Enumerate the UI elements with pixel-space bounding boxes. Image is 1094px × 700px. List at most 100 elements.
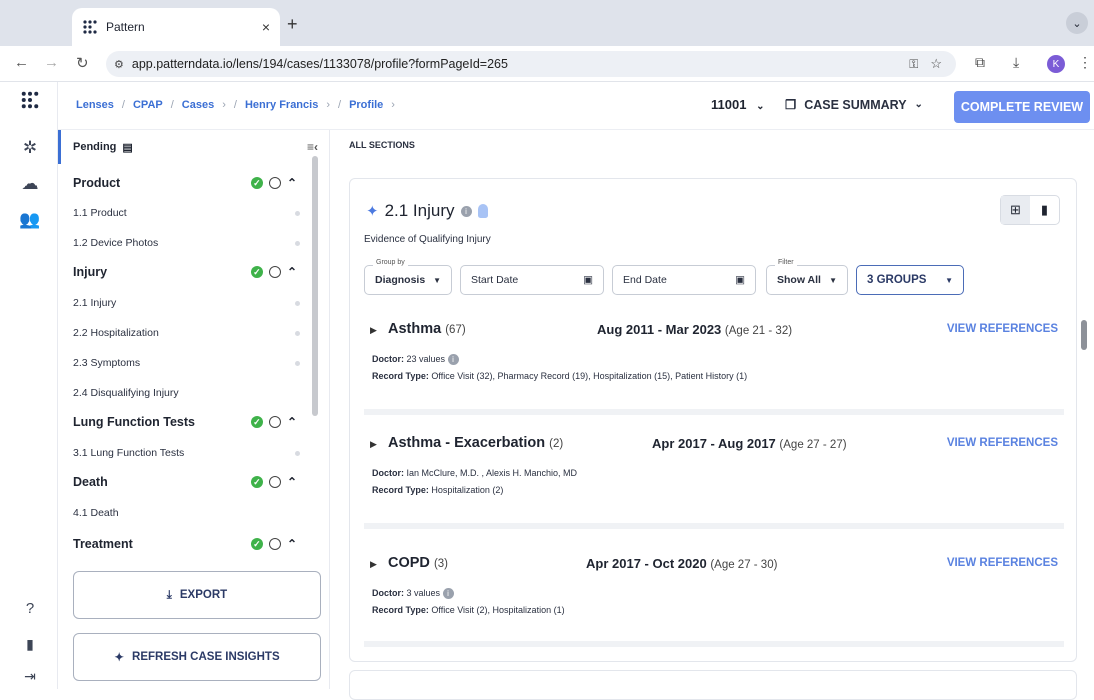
group-by-select[interactable]: Group by Diagnosis ▼ xyxy=(364,259,452,295)
section-death[interactable]: Death ✓ ⌃ xyxy=(73,467,305,497)
groups-button[interactable]: 3 GROUPS ▼ xyxy=(856,265,964,295)
check-icon: ✓ xyxy=(250,177,263,189)
filter-value: Show All xyxy=(777,274,821,286)
browser-menu-icon[interactable]: ⋮ xyxy=(1078,54,1092,71)
tab-menu-icon[interactable]: ⌄ xyxy=(1066,12,1088,34)
item-label: 3.1 Lung Function Tests xyxy=(73,447,185,459)
filter-select[interactable]: Filter Show All ▼ xyxy=(766,259,848,295)
bookmark-star-icon[interactable]: ☆ xyxy=(930,56,942,72)
sidebar-item-device-photos[interactable]: 1.2 Device Photos xyxy=(73,228,305,258)
calendar-icon[interactable]: ▣ xyxy=(583,274,593,286)
group-header[interactable]: COPD (3) xyxy=(388,555,448,571)
close-tab-icon[interactable]: × xyxy=(262,19,270,35)
sidebar-item-disqualifying-injury[interactable]: 2.4 Disqualifying Injury xyxy=(73,378,305,408)
sidebar-item-product[interactable]: 1.1 Product xyxy=(73,198,305,228)
case-summary-label: CASE SUMMARY xyxy=(804,97,907,112)
sidebar-item-hospitalization[interactable]: 2.2 Hospitalization xyxy=(73,318,305,348)
refresh-case-insights-button[interactable]: ✦ REFRESH CASE INSIGHTS xyxy=(73,633,321,681)
record-type-label: Record Type: xyxy=(372,605,429,615)
back-icon[interactable]: ← xyxy=(14,54,29,71)
group-by-label: Group by xyxy=(373,259,408,266)
sidebar-item-symptoms[interactable]: 2.3 Symptoms xyxy=(73,348,305,378)
group-header[interactable]: Asthma - Exacerbation (2) xyxy=(388,435,563,451)
group-name: Asthma - Exacerbation xyxy=(388,435,546,451)
info-icon[interactable]: i xyxy=(447,354,459,365)
section-label: Product xyxy=(73,176,121,190)
section-product[interactable]: Product ✓ ⌃ xyxy=(73,168,305,198)
forward-icon[interactable]: → xyxy=(44,54,59,71)
section-treatment[interactable]: Treatment ✓ ⌃ xyxy=(73,529,305,559)
item-label: 4.1 Death xyxy=(73,507,119,519)
breadcrumb-cases[interactable]: Cases xyxy=(182,99,214,111)
item-label: 2.2 Hospitalization xyxy=(73,327,159,339)
group-count: (67) xyxy=(445,324,466,336)
date-range: Apr 2017 - Oct 2020 (Age 27 - 30) xyxy=(586,556,777,571)
expand-caret-icon[interactable]: ▶ xyxy=(370,439,377,450)
end-date-field[interactable]: End Date ▣ xyxy=(612,265,756,295)
users-icon[interactable]: 👥 xyxy=(18,210,42,230)
breadcrumb-cpap[interactable]: CPAP xyxy=(133,99,163,111)
status-dot xyxy=(295,360,300,366)
status-ring-icon xyxy=(268,266,281,278)
age-range: (Age 27 - 27) xyxy=(779,439,847,451)
address-bar-row: ← → ↻ ⚙ app.patterndata.io/lens/194/case… xyxy=(0,46,1094,82)
case-number-dropdown[interactable]: 11001 ⌄ xyxy=(711,97,764,112)
lens-icon[interactable]: ✲ xyxy=(18,138,42,158)
caret-down-icon: ▼ xyxy=(829,275,837,285)
section-sidebar: Pending ▤ ≡‹ Product ✓ ⌃ 1.1 Product 1.2 … xyxy=(58,130,330,689)
view-references-link[interactable]: VIEW REFERENCES xyxy=(947,557,1058,569)
site-settings-icon[interactable]: ⚙ xyxy=(114,58,124,71)
browser-tab[interactable]: Pattern × xyxy=(72,8,280,46)
record-type-values: Hospitalization (2) xyxy=(431,485,504,495)
next-card xyxy=(349,670,1077,700)
all-sections-heading: ALL SECTIONS xyxy=(349,140,415,150)
page-scrollbar[interactable] xyxy=(1081,320,1087,350)
section-injury[interactable]: Injury ✓ ⌃ xyxy=(73,257,305,287)
chevron-up-icon: ⌃ xyxy=(286,176,297,190)
group-header[interactable]: Asthma (67) xyxy=(388,321,466,337)
breadcrumb-patient[interactable]: Henry Francis xyxy=(245,99,318,111)
section-lung-function-tests[interactable]: Lung Function Tests ✓ ⌃ xyxy=(73,407,305,437)
help-icon[interactable]: ? xyxy=(18,600,42,617)
status-dot xyxy=(295,210,300,216)
new-tab-button[interactable]: + xyxy=(287,14,298,35)
book-icon[interactable]: ▮ xyxy=(18,636,42,653)
sidebar-item-death[interactable]: 4.1 Death xyxy=(73,498,305,528)
status-ring-icon xyxy=(268,177,281,189)
pattern-home-icon[interactable] xyxy=(18,90,42,115)
record-type-line: Record Type: Office Visit (2), Hospitali… xyxy=(372,605,565,615)
url-field[interactable]: ⚙ app.patterndata.io/lens/194/cases/1133… xyxy=(106,51,956,77)
complete-review-button[interactable]: COMPLETE REVIEW xyxy=(954,91,1090,123)
status-dot xyxy=(295,330,300,336)
reload-icon[interactable]: ↻ xyxy=(76,54,89,72)
cloud-upload-icon[interactable]: ☁ xyxy=(18,174,42,194)
lightbulb-icon[interactable] xyxy=(477,204,488,218)
expand-caret-icon[interactable]: ▶ xyxy=(370,325,377,336)
item-label: 2.1 Injury xyxy=(73,297,117,309)
breadcrumb-lenses[interactable]: Lenses xyxy=(76,99,114,111)
logout-icon[interactable]: ⇥ xyxy=(18,668,42,685)
sidebar-scrollbar[interactable] xyxy=(312,156,318,416)
profile-avatar[interactable]: K xyxy=(1047,55,1065,73)
chart-view-icon[interactable]: ▮ xyxy=(1030,196,1059,224)
check-icon: ✓ xyxy=(250,476,263,488)
extensions-icon[interactable]: ⧉ xyxy=(975,54,985,71)
table-view-icon[interactable]: ⊞ xyxy=(1001,196,1030,224)
view-references-link[interactable]: VIEW REFERENCES xyxy=(947,437,1058,449)
export-button[interactable]: ⤓ EXPORT xyxy=(73,571,321,619)
download-icon[interactable]: ⤓ xyxy=(1013,54,1019,71)
pending-filter[interactable]: Pending ▤ ≡‹ xyxy=(58,130,329,164)
collapse-sidebar-icon[interactable]: ≡‹ xyxy=(307,140,318,154)
calendar-icon[interactable]: ▣ xyxy=(735,274,745,286)
expand-caret-icon[interactable]: ▶ xyxy=(370,559,377,570)
breadcrumb-profile[interactable]: Profile xyxy=(349,99,383,111)
case-summary-dropdown[interactable]: ❐ CASE SUMMARY ⌄ xyxy=(785,97,923,113)
start-date-field[interactable]: Start Date ▣ xyxy=(460,265,604,295)
info-icon[interactable]: i xyxy=(442,588,454,599)
password-key-icon[interactable]: ⚿ xyxy=(909,57,918,72)
sidebar-item-injury[interactable]: 2.1 Injury xyxy=(73,288,305,318)
range-text: Apr 2017 - Oct 2020 xyxy=(586,556,707,571)
sidebar-item-lung-function-tests[interactable]: 3.1 Lung Function Tests xyxy=(73,438,305,468)
info-icon[interactable]: i xyxy=(460,205,472,217)
view-references-link[interactable]: VIEW REFERENCES xyxy=(947,323,1058,335)
